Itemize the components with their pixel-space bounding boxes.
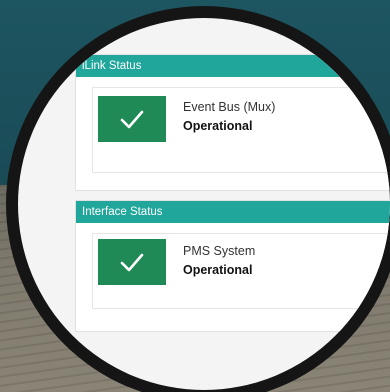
status-ok-tile [98,96,166,142]
magnifier-lens: iLink Status Event Bus (Mux) Operational [6,6,390,392]
ilink-status-panel: iLink Status Event Bus (Mux) Operational [75,54,390,191]
status-item-value: Operational [183,263,253,277]
screen-photo: iLink Status Event Bus (Mux) Operational [0,0,390,392]
status-ok-tile [98,239,166,285]
magnified-view: iLink Status Event Bus (Mux) Operational [18,18,390,390]
status-item-name: Event Bus (Mux) [183,100,276,114]
status-item-value: Operational [183,119,253,133]
status-item-name: PMS System [183,244,256,258]
checkmark-icon [120,253,144,272]
panel-header-interface: Interface Status [76,201,390,223]
status-text: Event Bus (Mux) Operational [183,98,275,136]
status-text: PMS System Operational [183,242,255,280]
panel-header-ilink: iLink Status [76,55,390,77]
status-item-pms-system: PMS System Operational [92,233,390,309]
interface-status-panel: Interface Status PMS System Operational [75,200,390,332]
checkmark-icon [120,110,144,129]
status-item-event-bus: Event Bus (Mux) Operational [92,87,390,173]
